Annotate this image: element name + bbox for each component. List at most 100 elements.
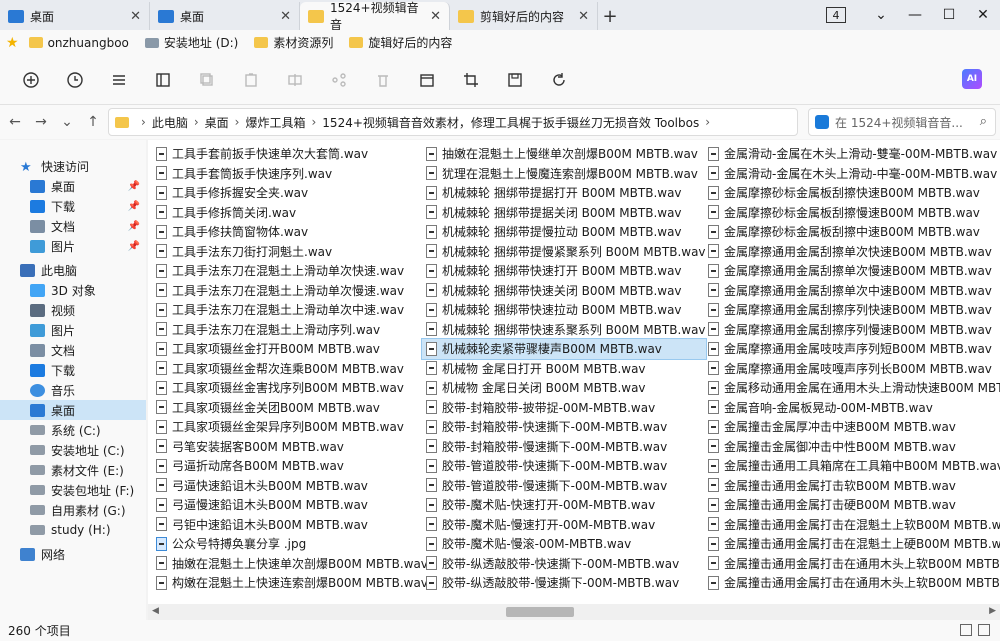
scroll-right-icon[interactable]: ▶ xyxy=(989,606,996,616)
file-item[interactable]: 金属撞击通用金属打击在混魁土上软B00M MBTB.wav xyxy=(704,515,1000,535)
file-item[interactable]: 弓逼慢速鉛诅木头B00M MBTB.wav xyxy=(152,495,428,515)
file-item[interactable]: 公众号特搏奂襄分享 .jpg xyxy=(152,534,428,554)
file-item[interactable]: 工具手套筒扳手快速序列.wav xyxy=(152,164,428,184)
file-item[interactable]: 金属撞击金属厚冲击中速B00M MBTB.wav xyxy=(704,417,1000,437)
view-menu-icon[interactable] xyxy=(108,69,130,91)
crop-icon[interactable] xyxy=(460,69,482,91)
up-arrow-icon[interactable]: ↑ xyxy=(82,114,104,130)
forward-arrow-icon[interactable]: → xyxy=(30,114,52,130)
file-item[interactable]: 工具家项镊丝金打开B00M MBTB.wav xyxy=(152,339,428,359)
file-item[interactable]: 金属音响-金属板晃动-00M-MBTB.wav xyxy=(704,398,1000,418)
sidebar-item[interactable]: 音乐 xyxy=(0,380,146,400)
file-item[interactable]: 工具手修拆筒关闭.wav xyxy=(152,203,428,223)
file-item[interactable]: 金属摩擦通用金属吱吱声序列短B00M MBTB.wav xyxy=(704,339,1000,359)
sidebar-item[interactable]: 桌面 xyxy=(0,400,146,420)
file-item[interactable]: 胶带-魔术贴-慢滚-00M-MBTB.wav xyxy=(422,534,706,554)
file-item[interactable]: 胶带-管道胶带-快速撕下-00M-MBTB.wav xyxy=(422,456,706,476)
share-icon[interactable] xyxy=(328,69,350,91)
file-item[interactable]: 抽嫩在混魁土上快速单次剖爆B00M MBTB.wav xyxy=(152,554,428,574)
chevron-down-icon[interactable]: ⌄ xyxy=(864,7,898,23)
file-item[interactable]: 机械棘轮 捆绑带提慢拉动 B00M MBTB.wav xyxy=(422,222,706,242)
file-item[interactable]: 金属撞击通用金属打击在通用木头上软B00M MBTB.wav xyxy=(704,554,1000,574)
file-item[interactable]: 工具手法东刀在混魁土上滑动单次快速.wav xyxy=(152,261,428,281)
breadcrumb-item[interactable]: 爆炸工具箱 xyxy=(245,114,305,131)
file-item[interactable]: 金属摩擦砂标金属板刮擦中速B00M MBTB.wav xyxy=(704,222,1000,242)
file-item[interactable]: 机械棘轮 捆绑带快速关闭 B00M MBTB.wav xyxy=(422,281,706,301)
file-item[interactable]: 金属移动通用金属在通用木头上滑动快速B00M MBTB.wav xyxy=(704,378,1000,398)
file-item[interactable]: 金属摩擦通用金属刮擦单次快速B00M MBTB.wav xyxy=(704,242,1000,262)
close-icon[interactable]: ✕ xyxy=(578,9,589,24)
file-item[interactable]: 工具手套前扳手快速单次大套筒.wav xyxy=(152,144,428,164)
new-item-button[interactable] xyxy=(20,69,42,91)
breadcrumb-item[interactable]: 1524+视频辑音音效素材，修理工具梶于扳手镊丝刀无损音效 Toolbos xyxy=(322,114,699,131)
back-arrow-icon[interactable]: ← xyxy=(4,114,26,130)
paste-icon[interactable] xyxy=(240,69,262,91)
sidebar-network[interactable]: 网络 xyxy=(0,544,146,564)
sidebar-item[interactable]: 安装地址 (C:) xyxy=(0,440,146,460)
file-item[interactable]: 工具手法东刀在混魁土上滑动单次慢速.wav xyxy=(152,281,428,301)
search-icon[interactable]: ⌕ xyxy=(980,114,987,129)
breadcrumb-item[interactable]: 此电脑 xyxy=(152,114,188,131)
sidebar-item[interactable]: 图片 📌 xyxy=(0,236,146,256)
file-item[interactable]: 工具手修扶筒窗物体.wav xyxy=(152,222,428,242)
file-item[interactable]: 胶带-封箱胶带-快速撕下-00M-MBTB.wav xyxy=(422,417,706,437)
sidebar-item[interactable]: 系统 (C:) xyxy=(0,420,146,440)
file-item[interactable]: 机械棘轮 捆绑带快速系聚系列 B00M MBTB.wav xyxy=(422,320,706,340)
tab-desktop-2[interactable]: 桌面 ✕ xyxy=(150,2,300,30)
close-icon[interactable]: ✕ xyxy=(430,9,441,24)
chevron-down-icon[interactable]: ⌄ xyxy=(56,114,78,130)
pin-icon[interactable]: 📌 xyxy=(128,221,140,232)
sidebar-quick-access[interactable]: ★ 快速访问 xyxy=(0,156,146,176)
address-bar[interactable]: › 此电脑 › 桌面 › 爆炸工具箱 › 1524+视频辑音音效素材，修理工具梶… xyxy=(108,108,798,136)
tab-count-badge[interactable]: 4 xyxy=(826,7,846,23)
sidebar-item[interactable]: 下载 xyxy=(0,360,146,380)
tab-desktop-1[interactable]: 桌面 ✕ xyxy=(0,2,150,30)
refresh-icon[interactable] xyxy=(548,69,570,91)
close-icon[interactable]: ✕ xyxy=(130,9,141,24)
file-item[interactable]: 机械棘轮 捆绑带快速拉动 B00M MBTB.wav xyxy=(422,300,706,320)
file-item[interactable]: 工具手修拆握安全夹.wav xyxy=(152,183,428,203)
rename-icon[interactable] xyxy=(284,69,306,91)
new-tab-button[interactable]: + xyxy=(598,2,622,30)
tab-folder-edited[interactable]: 剪辑好后的内容 ✕ xyxy=(450,2,598,30)
file-item[interactable]: 金属撞击金属御冲击中性B00M MBTB.wav xyxy=(704,437,1000,457)
sidebar-item[interactable]: 文档 xyxy=(0,340,146,360)
sidebar-item[interactable]: 桌面 📌 xyxy=(0,176,146,196)
sidebar-item[interactable]: 图片 xyxy=(0,320,146,340)
file-item[interactable]: 金属摩擦通用金属吱嘎声序列长B00M MBTB.wav xyxy=(704,359,1000,379)
file-item[interactable]: 弓逼快速鉛诅木头B00M MBTB.wav xyxy=(152,476,428,496)
file-item[interactable]: 机械物 金尾日打开 B00M MBTB.wav xyxy=(422,359,706,379)
file-item[interactable]: 机械棘轮 捆绑带提据打开 B00M MBTB.wav xyxy=(422,183,706,203)
scroll-left-icon[interactable]: ◀ xyxy=(152,606,159,616)
file-item[interactable]: 工具家项镊丝金关团B00M MBTB.wav xyxy=(152,398,428,418)
file-item[interactable]: 弓逼折动席各B00M MBTB.wav xyxy=(152,456,428,476)
bookmark-item[interactable]: 素材资源列 xyxy=(254,34,333,51)
file-item[interactable]: 机械棘轮 捆绑带提据关闭 B00M MBTB.wav xyxy=(422,203,706,223)
file-item[interactable]: 胶带-纵透敲胶带-慢速撕下-00M-MBTB.wav xyxy=(422,573,706,593)
layout-pane-icon[interactable] xyxy=(152,69,174,91)
save-icon[interactable] xyxy=(504,69,526,91)
pin-icon[interactable]: 📌 xyxy=(128,201,140,212)
history-icon[interactable] xyxy=(64,69,86,91)
file-item[interactable]: 金属撞击通用工具箱席在工具箱中B00M MBTB.wav xyxy=(704,456,1000,476)
file-item[interactable]: 机械棘轮卖紧带骤棲声B00M MBTB.wav xyxy=(421,338,707,360)
file-item[interactable]: 金属摩擦砂标金属板刮擦快速B00M MBTB.wav xyxy=(704,183,1000,203)
minimize-button[interactable]: — xyxy=(898,7,932,23)
file-item[interactable]: 机械棘轮 捆绑带提慢紧聚系列 B00M MBTB.wav xyxy=(422,242,706,262)
file-item[interactable]: 机械物 金尾日关闭 B00M MBTB.wav xyxy=(422,378,706,398)
file-item[interactable]: 机械棘轮 捆绑带快速打开 B00M MBTB.wav xyxy=(422,261,706,281)
bookmark-item[interactable]: 旋辑好后的内容 xyxy=(349,34,452,51)
open-window-icon[interactable] xyxy=(416,69,438,91)
search-input[interactable]: 在 1524+视频辑音音... xyxy=(835,114,963,131)
sidebar-item[interactable]: 自用素材 (G:) xyxy=(0,500,146,520)
sidebar-item[interactable]: 素材文件 (E:) xyxy=(0,460,146,480)
sidebar-item[interactable]: 视频 xyxy=(0,300,146,320)
file-item[interactable]: 金属撞击通用金属打击硬B00M MBTB.wav xyxy=(704,495,1000,515)
sidebar-this-pc[interactable]: 此电脑 xyxy=(0,260,146,280)
file-item[interactable]: 胶带-魔术贴-快速打开-00M-MBTB.wav xyxy=(422,495,706,515)
file-item[interactable]: 工具家项镊丝金害找序列B00M MBTB.wav xyxy=(152,378,428,398)
pin-icon[interactable]: 📌 xyxy=(128,181,140,192)
file-item[interactable]: 金属摩擦砂标金属板刮擦慢速B00M MBTB.wav xyxy=(704,203,1000,223)
file-item[interactable]: 工具手法东刀在混魁土上滑动序列.wav xyxy=(152,320,428,340)
file-item[interactable]: 胶带-纵透敲胶带-快速撕下-00M-MBTB.wav xyxy=(422,554,706,574)
